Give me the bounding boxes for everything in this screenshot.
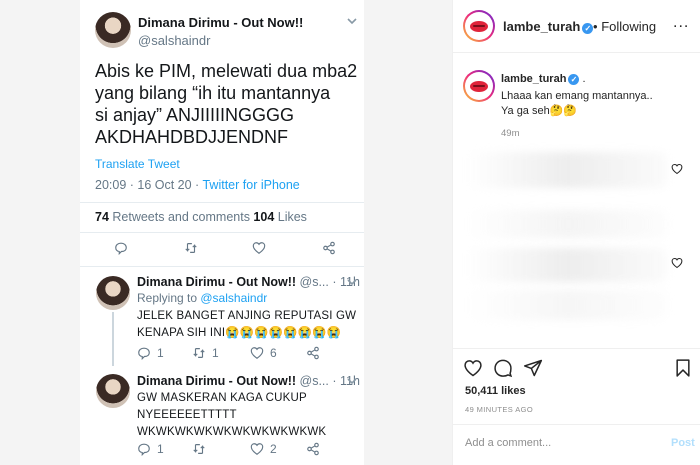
lips-logo-icon — [470, 80, 488, 92]
comment-input[interactable]: Add a comment... — [465, 437, 551, 449]
comment-heart-icon[interactable] — [671, 256, 683, 269]
likes-count[interactable]: 50,411 likes — [465, 385, 526, 397]
caption-username-text[interactable]: lambe_turah — [501, 73, 566, 85]
photo-background-left — [0, 0, 80, 465]
comment-icon[interactable] — [493, 358, 513, 378]
caption-suffix: . — [579, 73, 586, 85]
reply-text: GW MASKERAN KAGA CUKUP NYEEEEEETTTTT WKW… — [137, 392, 327, 438]
header-username-text[interactable]: lambe_turah — [503, 19, 580, 34]
reply-author-avatar — [96, 276, 130, 310]
retweet-icon: 1 — [192, 346, 219, 360]
heart-icon — [252, 241, 266, 255]
heart-icon: 2 — [250, 442, 277, 456]
verified-icon: ✓ — [582, 23, 594, 34]
divider — [453, 424, 700, 425]
chevron-down-icon — [347, 376, 357, 388]
caption-username[interactable]: lambe_turah ✓ . — [501, 73, 586, 85]
reply-text: JELEK BANGET ANJING REPUTASI GW KENAPA S… — [137, 310, 357, 339]
chevron-down-icon — [347, 277, 357, 289]
like-heart-icon[interactable] — [463, 358, 483, 378]
tweet-author-avatar — [95, 12, 131, 48]
divider — [80, 202, 364, 203]
reply-tweet: Dimana Dirimu - Out Now!! @s... · 11h GW… — [80, 366, 364, 465]
divider — [453, 52, 700, 53]
reply-icon — [114, 241, 128, 255]
divider — [453, 348, 700, 349]
share-icon — [306, 346, 320, 360]
instagram-sidebar: lambe_turah ✓ • Following ... lambe_turah… — [452, 0, 700, 465]
likes-label: Likes — [274, 210, 307, 224]
bookmark-icon[interactable] — [673, 358, 693, 378]
retweets-count: 74 — [95, 210, 109, 224]
caption-text: Lhaaa kan emang mantannya.. Ya ga seh🤔🤔 — [501, 90, 653, 117]
tweet-author-handle: @salshaindr — [138, 33, 211, 48]
caption-time: 49m — [501, 128, 520, 139]
retweet-icon — [192, 442, 206, 456]
reply-header: Dimana Dirimu - Out Now!! @s... · 11h — [137, 275, 360, 289]
like-count: 6 — [270, 346, 277, 360]
likes-count: 104 — [253, 210, 275, 224]
reply-icon: 1 — [137, 346, 164, 360]
thread-line — [112, 312, 114, 366]
reply-icon: 1 — [137, 442, 164, 456]
reply-author-avatar — [96, 374, 130, 408]
chevron-down-icon — [347, 16, 357, 28]
reply-count: 1 — [157, 442, 164, 456]
share-icon — [306, 442, 320, 456]
share-icon — [322, 241, 336, 255]
header-username[interactable]: lambe_turah ✓ — [503, 19, 594, 34]
profile-avatar[interactable] — [463, 10, 495, 42]
blurred-comment — [467, 248, 667, 282]
blurred-comment — [467, 210, 667, 238]
translate-tweet-link: Translate Tweet — [95, 157, 180, 171]
retweet-icon — [184, 241, 198, 255]
tweet-stats: 74 Retweets and comments 104 Likes — [95, 210, 307, 224]
send-icon[interactable] — [523, 358, 543, 378]
like-count: 2 — [270, 442, 277, 456]
reply-author-name: Dimana Dirimu - Out Now!! — [137, 374, 297, 388]
replying-to-handle: @salshaindr — [200, 291, 268, 305]
reply-tweet: Dimana Dirimu - Out Now!! @s... · 11h Re… — [80, 266, 364, 366]
post-comment-button[interactable]: Post — [671, 437, 695, 449]
follow-status[interactable]: • Following — [593, 19, 656, 34]
more-options-icon[interactable]: ... — [673, 14, 689, 32]
tweet-screenshot: Dimana Dirimu - Out Now!! @salshaindr Ab… — [80, 0, 364, 465]
tweet-timestamp: 20:09 · 16 Oct 20 · — [95, 178, 203, 192]
verified-icon: ✓ — [568, 74, 580, 85]
replying-to: Replying to @salshaindr — [137, 291, 267, 305]
caption-avatar[interactable] — [463, 70, 495, 102]
photo-background-right — [364, 0, 452, 465]
tweet-meta: 20:09 · 16 Oct 20 · Twitter for iPhone — [95, 178, 300, 192]
lips-logo-icon — [470, 20, 488, 32]
post-photo: Dimana Dirimu - Out Now!! @salshaindr Ab… — [0, 0, 452, 465]
replying-prefix: Replying to — [137, 291, 201, 305]
retweet-count: 1 — [212, 346, 219, 360]
following-button[interactable]: Following — [601, 19, 656, 34]
posted-time: 49 MINUTES AGO — [465, 405, 534, 414]
follow-separator: • — [593, 19, 598, 34]
tweet-source: Twitter for iPhone — [202, 178, 300, 192]
divider — [80, 232, 364, 233]
heart-icon: 6 — [250, 346, 277, 360]
retweets-label: Retweets and comments — [108, 210, 254, 224]
tweet-actions — [80, 241, 364, 261]
reply-author-name: Dimana Dirimu - Out Now!! — [137, 275, 297, 289]
comment-heart-icon[interactable] — [671, 162, 683, 175]
blurred-comment — [467, 290, 667, 320]
tweet-author-name: Dimana Dirimu - Out Now!! — [138, 15, 304, 30]
tweet-text: Abis ke PIM, melewati dua mba2 yang bila… — [95, 61, 358, 147]
reply-count: 1 — [157, 346, 164, 360]
reply-header: Dimana Dirimu - Out Now!! @s... · 11h — [137, 374, 360, 388]
blurred-comment — [467, 152, 667, 188]
